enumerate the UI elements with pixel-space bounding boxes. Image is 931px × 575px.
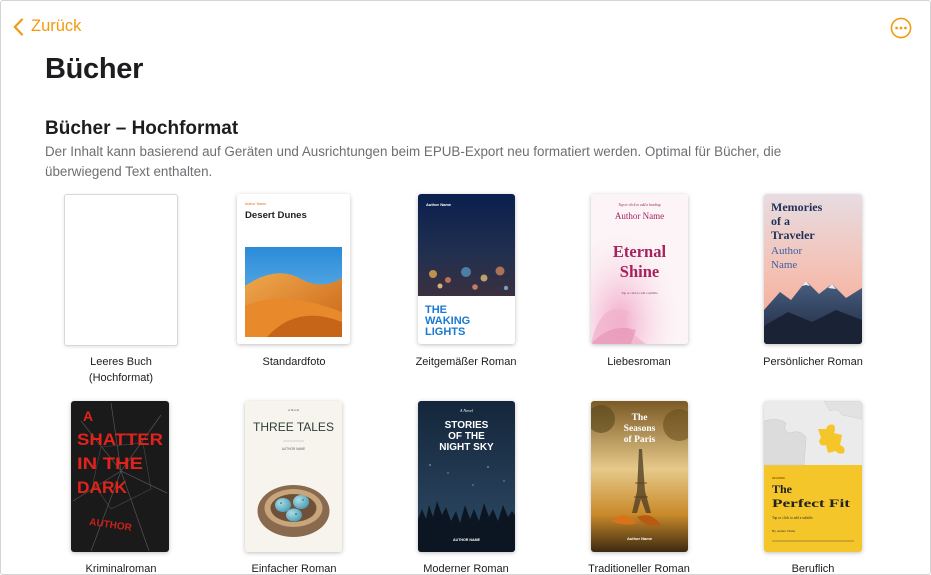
template-standard-photo[interactable]: Author Name Desert Dunes Standardfoto bbox=[209, 194, 379, 394]
template-label: Kriminalroman bbox=[85, 563, 157, 575]
cover-author-text: AUTHOR NAME bbox=[282, 447, 306, 451]
template-cover-blank[interactable] bbox=[64, 194, 178, 346]
template-cover-seasons-paris[interactable]: The Seasons of Paris Author Name bbox=[591, 401, 688, 552]
cover-title-line: The bbox=[632, 413, 648, 423]
chevron-left-icon bbox=[13, 17, 24, 36]
template-cover-perfect-fit[interactable]: HEADING The Perfect Fit Tap or click to … bbox=[764, 401, 862, 552]
cover-title-line: of a bbox=[771, 214, 790, 228]
cover-kicker-text: HEADING bbox=[772, 476, 785, 480]
cover-title-line: Traveler bbox=[771, 228, 815, 242]
template-cover-memories-traveler[interactable]: Memories of a Traveler Author Name bbox=[764, 194, 862, 344]
template-cover-night-sky[interactable]: A Novel STORIES OF THE NIGHT SKY AUTHOR … bbox=[418, 401, 515, 552]
cover-author-line: Author bbox=[771, 245, 803, 257]
cover-heading-hint: Tap or click to add a heading bbox=[618, 203, 660, 207]
cover-subtitle-hint: Tap or click to add a subtitle bbox=[621, 291, 658, 295]
cover-author-line: Name bbox=[771, 259, 797, 271]
template-label: Standardfoto bbox=[262, 356, 326, 368]
cover-title-line: Perfect Fit bbox=[772, 496, 850, 510]
cover-title-line: NIGHT SKY bbox=[439, 442, 494, 453]
cover-author-text: Author Name bbox=[426, 202, 452, 207]
template-cover-eternal-shine[interactable]: Tap or click to add a heading Author Nam… bbox=[591, 194, 688, 344]
cover-title-line: DARK bbox=[77, 478, 128, 497]
section-title: Bücher – Hochformat bbox=[45, 118, 239, 139]
cover-title-line: Seasons bbox=[624, 424, 656, 434]
cover-title-line: The bbox=[772, 482, 793, 496]
cover-author-text: Author Name bbox=[627, 536, 653, 541]
back-button[interactable]: Zurück bbox=[13, 17, 81, 36]
cover-title-line: Eternal bbox=[613, 242, 667, 261]
section-description: Der Inhalt kann basierend auf Geräten un… bbox=[45, 144, 782, 179]
template-cover-three-tales[interactable]: A Novel THREE TALES AUTHOR NAME bbox=[245, 401, 342, 552]
cover-title-line: Memories bbox=[771, 200, 823, 214]
page-title: Bücher bbox=[45, 53, 144, 85]
template-cover-shatter-dark[interactable]: A SHATTER IN THE DARK AUTHOR bbox=[71, 401, 169, 552]
template-personal-novel[interactable]: Memories of a Traveler Author Name Persö… bbox=[728, 194, 898, 394]
template-professional[interactable]: HEADING The Perfect Fit Tap or click to … bbox=[728, 401, 898, 575]
template-crime-novel[interactable]: A SHATTER IN THE DARK AUTHOR Kriminalrom… bbox=[36, 401, 206, 575]
template-label: Zeitgemäßer Roman bbox=[415, 356, 517, 368]
cover-title-line: Shine bbox=[620, 262, 659, 281]
cover-title-line: LIGHTS bbox=[425, 326, 465, 338]
template-cover-desert-dunes[interactable]: Author Name Desert Dunes bbox=[237, 194, 350, 344]
cover-title-line: of Paris bbox=[624, 435, 656, 445]
template-label: Traditioneller Roman bbox=[588, 563, 690, 575]
cover-author-text: By Author Name bbox=[772, 529, 796, 533]
cover-author-text: Author Name bbox=[245, 202, 266, 206]
template-traditional-novel[interactable]: The Seasons of Paris Author Name Traditi… bbox=[554, 401, 724, 575]
template-chooser-window: Zurück Bücher Bücher – Hochformat Der In… bbox=[0, 0, 931, 575]
template-contemporary-novel[interactable]: Author Name THE WAKING LIGHTS Zeitgemäße… bbox=[381, 194, 551, 394]
cover-title-line: IN THE bbox=[77, 454, 143, 473]
template-label: Einfacher Roman bbox=[251, 563, 337, 575]
cover-title-line: STORIES bbox=[445, 420, 489, 431]
cover-title-line: SHATTER bbox=[77, 430, 163, 449]
back-label: Zurück bbox=[31, 17, 82, 35]
template-label: Leeres Buch (Hochformat) bbox=[88, 356, 154, 384]
cover-author-text: AUTHOR NAME bbox=[453, 538, 481, 542]
template-romance-novel[interactable]: Tap or click to add a heading Author Nam… bbox=[554, 194, 724, 394]
cover-title-line: OF THE bbox=[448, 431, 485, 442]
cover-title-line: A bbox=[83, 408, 93, 424]
cover-kicker-text: A Novel bbox=[288, 408, 299, 412]
cover-title-text: Desert Dunes bbox=[245, 210, 307, 221]
template-label: Moderner Roman bbox=[423, 563, 509, 575]
cover-subtitle-hint: Tap or click to add a subtitle bbox=[772, 516, 813, 520]
template-label: Persönlicher Roman bbox=[763, 356, 863, 368]
cover-author-text: Author Name bbox=[615, 211, 664, 221]
template-blank-portrait[interactable]: Leeres Buch (Hochformat) bbox=[36, 194, 206, 394]
ellipsis-circle-icon[interactable] bbox=[890, 17, 912, 39]
template-cover-waking-lights[interactable]: Author Name THE WAKING LIGHTS bbox=[418, 194, 515, 344]
cover-kicker-text: A Novel bbox=[459, 408, 474, 413]
cover-title-text: THREE TALES bbox=[253, 420, 334, 434]
template-modern-novel[interactable]: A Novel STORIES OF THE NIGHT SKY AUTHOR … bbox=[381, 401, 551, 575]
template-simple-novel[interactable]: A Novel THREE TALES AUTHOR NAME Einfache… bbox=[209, 401, 379, 575]
template-label: Liebesroman bbox=[607, 356, 671, 368]
template-label: Beruflich bbox=[791, 563, 835, 575]
